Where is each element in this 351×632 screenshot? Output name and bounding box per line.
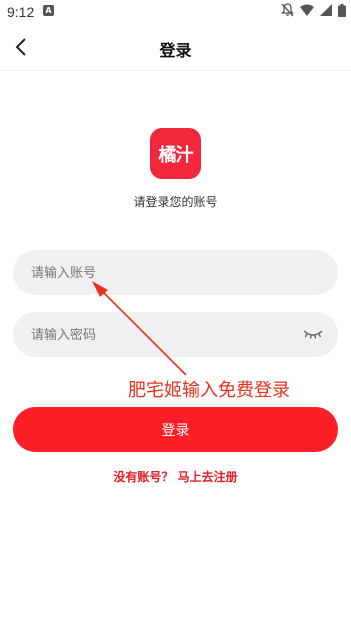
header: 登录 bbox=[0, 24, 351, 71]
battery-icon bbox=[338, 3, 346, 17]
login-button[interactable]: 登录 bbox=[13, 407, 338, 452]
login-subtitle: 请登录您的账号 bbox=[133, 195, 218, 209]
status-time: 9:12 bbox=[7, 4, 35, 20]
annotation-text: 肥宅姬输入免费登录 bbox=[128, 380, 290, 401]
account-input[interactable] bbox=[29, 250, 303, 297]
account-field bbox=[13, 250, 338, 297]
password-input[interactable] bbox=[29, 312, 303, 359]
status-icons bbox=[281, 3, 346, 17]
status-bar: 9:12 A bbox=[0, 0, 351, 24]
register-link[interactable]: 没有账号？ 马上去注册 bbox=[0, 468, 351, 485]
mute-icon bbox=[281, 3, 294, 17]
wifi-icon bbox=[300, 4, 314, 16]
signal-icon bbox=[320, 4, 332, 16]
password-field bbox=[13, 312, 338, 359]
eye-closed-icon[interactable] bbox=[302, 326, 324, 342]
app-logo: 橘汁 bbox=[150, 128, 201, 179]
notification-icon: A bbox=[43, 5, 54, 16]
page-title: 登录 bbox=[159, 41, 192, 60]
